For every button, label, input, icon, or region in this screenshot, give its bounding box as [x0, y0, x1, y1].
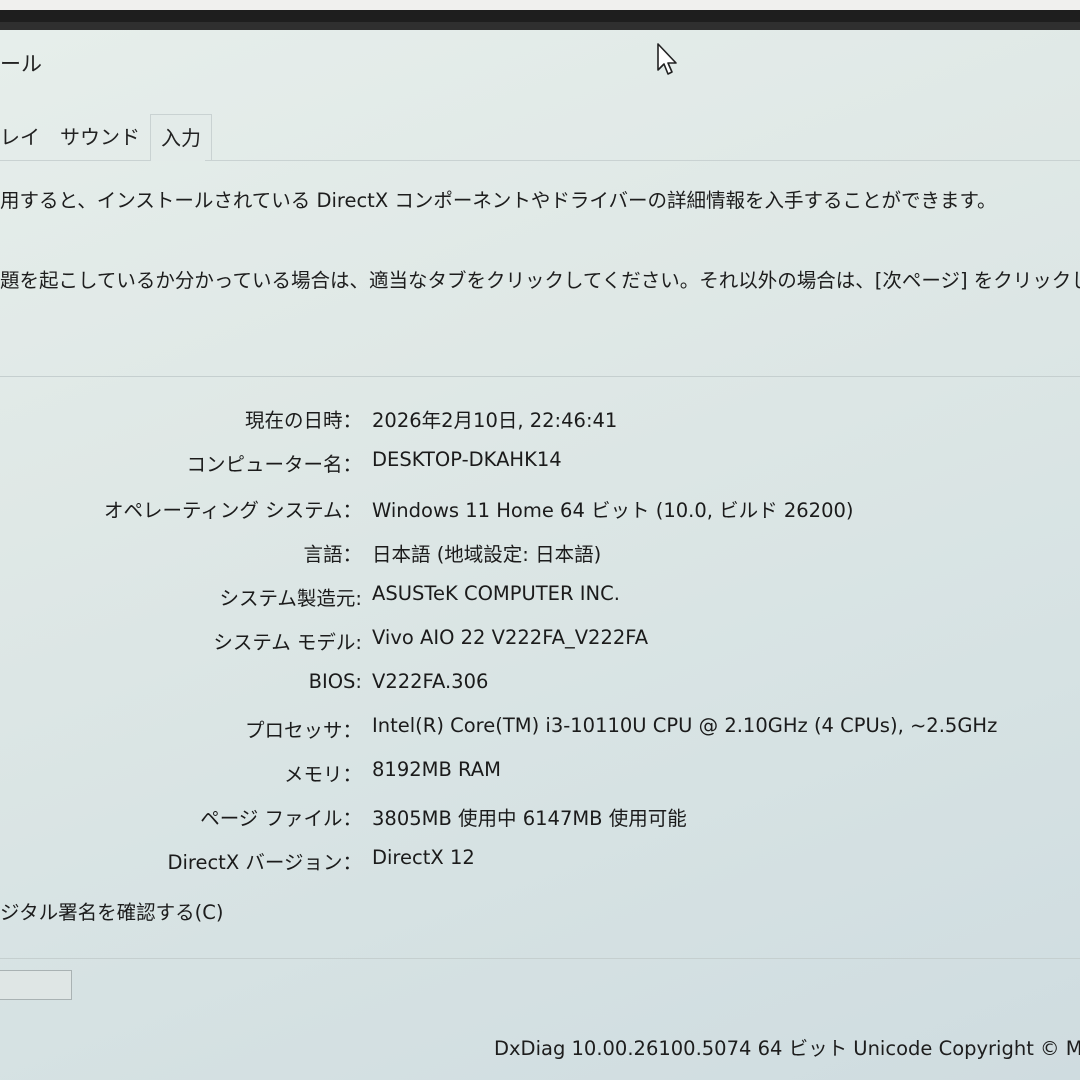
intro-text-1: 用すると、インストールされている DirectX コンポーネントやドライバーの詳…: [0, 189, 997, 212]
tab-divider: [205, 160, 1080, 161]
intro-text-2: 題を起こしているか分かっている場合は、適当なタブをクリックしてください。それ以外…: [0, 269, 1080, 292]
info-row-processor: プロセッサ： Intel(R) Core(TM) i3-10110U CPU @…: [0, 714, 1080, 744]
section-divider: [0, 376, 1080, 377]
info-row-page-file: ページ ファイル： 3805MB 使用中 6147MB 使用可能: [0, 802, 1080, 832]
info-label: BIOS:: [308, 670, 362, 693]
check-digital-signatures-checkbox[interactable]: ジタル署名を確認する(C): [0, 896, 223, 925]
info-row-os: オペレーティング システム： Windows 11 Home 64 ビット (1…: [0, 494, 1080, 524]
info-label: 言語：: [303, 543, 362, 566]
info-label: 現在の日時：: [244, 409, 362, 432]
info-value: 8192MB RAM: [372, 758, 501, 781]
info-label: ページ ファイル：: [200, 807, 362, 830]
info-row-memory: メモリ： 8192MB RAM: [0, 758, 1080, 788]
info-value: Windows 11 Home 64 ビット (10.0, ビルド 26200): [372, 499, 854, 522]
info-value: 日本語 (地域設定: 日本語): [372, 543, 602, 566]
info-label: プロセッサ：: [244, 719, 362, 742]
info-label: システム製造元:: [219, 587, 363, 610]
info-row-model: システム モデル: Vivo AIO 22 V222FA_V222FA: [0, 626, 1080, 656]
info-label: メモリ：: [283, 763, 362, 786]
tab-display[interactable]: レイ: [0, 114, 50, 160]
info-label: システム モデル:: [213, 631, 362, 654]
info-row-computer-name: コンピューター名： DESKTOP-DKAHK14: [0, 448, 1080, 478]
info-row-directx-version: DirectX バージョン： DirectX 12: [0, 846, 1080, 876]
info-value: V222FA.306: [372, 670, 489, 693]
info-label: DirectX バージョン：: [167, 851, 362, 874]
info-value: ASUSTeK COMPUTER INC.: [372, 582, 620, 605]
info-row-bios: BIOS: V222FA.306: [0, 670, 1080, 700]
info-value: 2026年2月10日, 22:46:41: [372, 409, 618, 432]
info-row-language: 言語： 日本語 (地域設定: 日本語): [0, 538, 1080, 568]
help-button[interactable]: [0, 970, 72, 1000]
dxdiag-window: ール レイ サウンド 入力 用すると、インストールされている DirectX コ…: [0, 30, 1080, 1080]
info-label: オペレーティング システム：: [104, 499, 362, 522]
tab-strip: レイ サウンド 入力: [0, 113, 212, 161]
info-value: Intel(R) Core(TM) i3-10110U CPU @ 2.10GH…: [372, 714, 998, 737]
mouse-pointer-icon: [657, 43, 677, 75]
info-value: 3805MB 使用中 6147MB 使用可能: [372, 807, 687, 830]
info-value: DESKTOP-DKAHK14: [372, 448, 562, 471]
version-footer: DxDiag 10.00.26100.5074 64 ビット Unicode C…: [494, 1037, 1080, 1060]
info-value: DirectX 12: [372, 846, 475, 869]
tab-sound[interactable]: サウンド: [50, 114, 150, 160]
info-value: Vivo AIO 22 V222FA_V222FA: [372, 626, 649, 649]
info-label: コンピューター名：: [186, 453, 362, 476]
window-title: ール: [0, 52, 42, 76]
bottom-divider: [0, 958, 1080, 959]
info-row-manufacturer: システム製造元: ASUSTeK COMPUTER INC.: [0, 582, 1080, 612]
info-row-datetime: 現在の日時： 2026年2月10日, 22:46:41: [0, 404, 1080, 434]
tab-input[interactable]: 入力: [150, 113, 212, 161]
